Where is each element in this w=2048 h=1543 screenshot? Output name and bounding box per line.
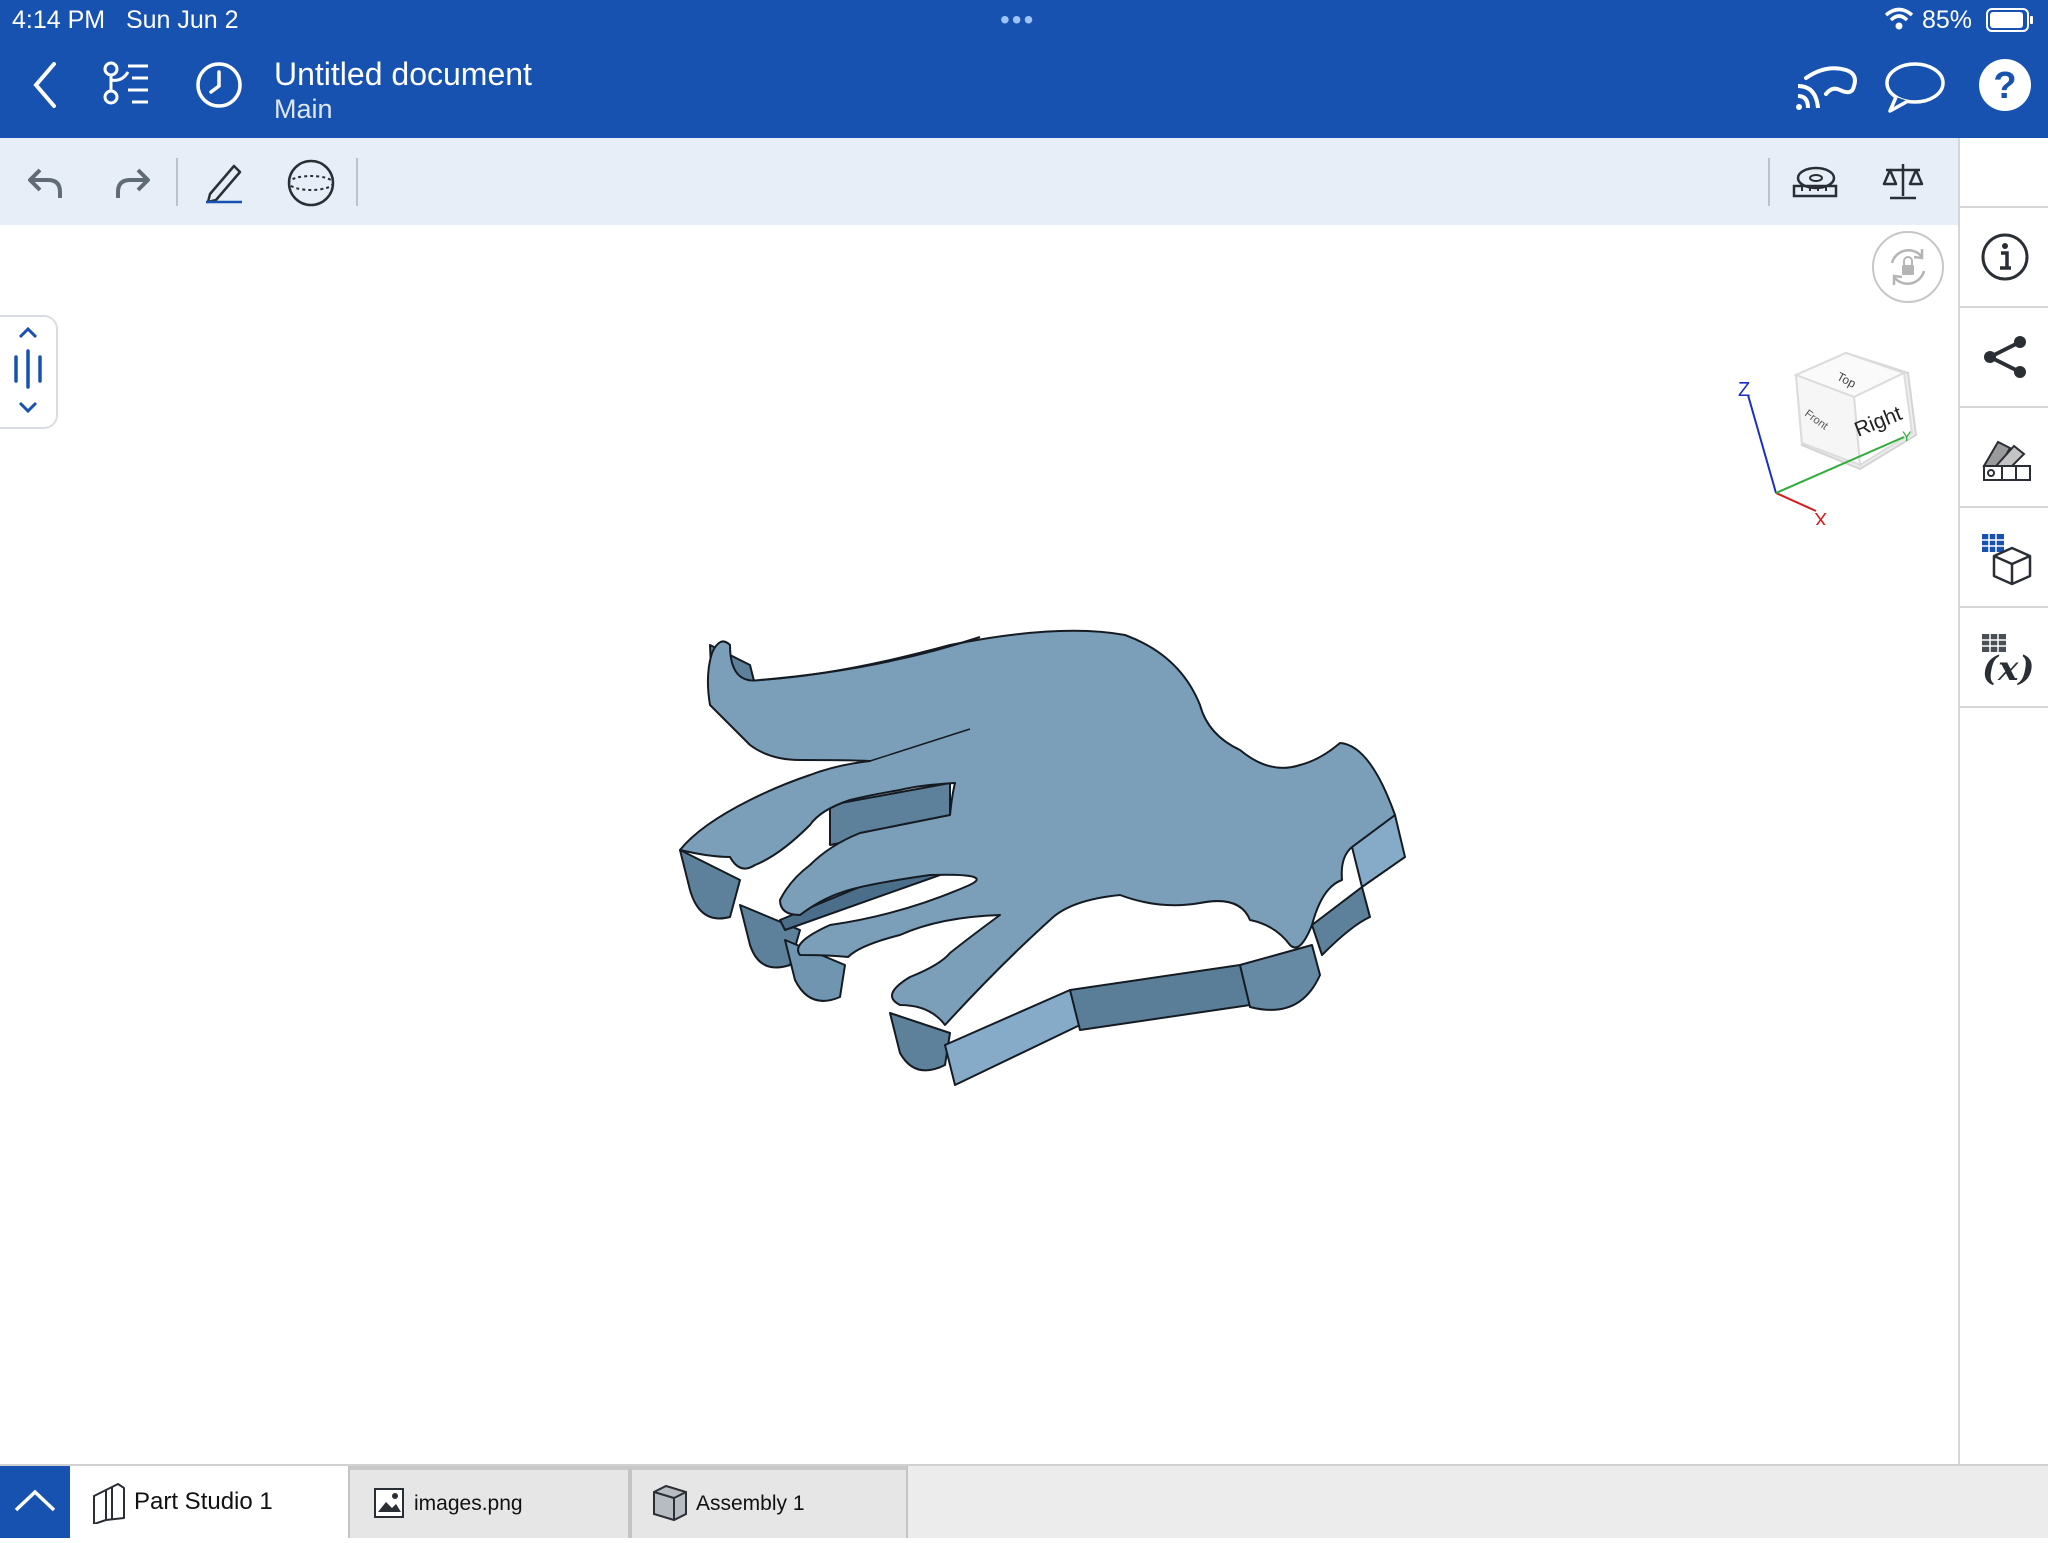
toolbar-divider: [176, 158, 178, 206]
mass-properties-scale-icon[interactable]: [1882, 160, 1924, 202]
battery-percent: 85%: [1922, 6, 1973, 34]
toolbar-divider: [1768, 158, 1770, 206]
tab-label: Assembly 1: [696, 1492, 805, 1515]
tab-manager-toggle[interactable]: [0, 1466, 70, 1538]
status-date: Sun Jun 2: [125, 6, 239, 34]
extruded-part-model[interactable]: [600, 625, 1500, 1285]
right-panel: (x): [1958, 138, 2048, 1464]
assembly-icon: [653, 1484, 687, 1522]
x-axis-line: [1775, 492, 1817, 512]
z-axis-label: Z: [1738, 379, 1750, 401]
status-time: 4:14 PM Sun Jun 2: [12, 6, 239, 34]
bill-of-materials-button[interactable]: [1960, 508, 2048, 608]
help-icon[interactable]: ?: [1978, 58, 2032, 112]
workspace-name[interactable]: Main: [274, 94, 333, 125]
x-axis-label: X: [1814, 510, 1827, 525]
feature-tree-icon[interactable]: [102, 60, 150, 106]
cast-icon[interactable]: [1796, 64, 1858, 110]
z-axis-line: [1747, 394, 1777, 494]
tab-label: images.png: [414, 1492, 523, 1515]
part-table-cube-icon: [1982, 534, 2032, 586]
properties-button[interactable]: [1960, 208, 2048, 308]
document-title[interactable]: Untitled document: [274, 56, 532, 93]
render-mode-sphere-icon[interactable]: [286, 158, 336, 208]
info-icon: [1981, 233, 2029, 281]
rotate-lock-icon: [1890, 249, 1926, 285]
feature-list-handle[interactable]: [0, 315, 58, 429]
toolbar: [0, 138, 1958, 225]
share-button[interactable]: [1960, 308, 2048, 408]
wifi-icon: [1884, 7, 1914, 30]
variables-button[interactable]: (x): [1960, 608, 2048, 708]
chevron-up-icon: [14, 1489, 56, 1512]
app-header: 4:14 PM Sun Jun 2 ••• 85% Untitled docum…: [0, 0, 2048, 138]
back-icon[interactable]: [30, 60, 60, 110]
comment-icon[interactable]: [1884, 60, 1946, 114]
variable-table-fx-icon: (x): [1982, 634, 2034, 686]
tab-part-studio-1[interactable]: Part Studio 1: [70, 1466, 348, 1538]
toolbar-divider: [356, 158, 358, 206]
part-studio-icon: [93, 1483, 125, 1524]
tab-images-png[interactable]: images.png: [348, 1466, 630, 1538]
share-icon: [1984, 336, 2026, 378]
svg-text:(x): (x): [1982, 649, 2034, 686]
undo-icon[interactable]: [26, 162, 64, 202]
sketch-pencil-icon[interactable]: [204, 160, 244, 204]
y-axis-label: Y: [1902, 428, 1912, 444]
appearance-button[interactable]: [1960, 408, 2048, 508]
appearance-swatch-icon: [1982, 440, 2031, 481]
right-panel-spacer: [1960, 138, 2048, 208]
multitask-dots-icon[interactable]: •••: [1000, 4, 1035, 36]
tab-label: Part Studio 1: [134, 1488, 273, 1515]
history-clock-icon[interactable]: [194, 60, 244, 110]
tab-bar: Part Studio 1 images.png Assembly 1: [0, 1464, 2048, 1538]
tab-assembly-1[interactable]: Assembly 1: [630, 1466, 908, 1538]
battery-icon: [1986, 8, 2033, 32]
view-cube[interactable]: Top Right Front Z X Y: [1736, 345, 1936, 525]
redo-icon[interactable]: [114, 162, 152, 202]
rotation-lock-button[interactable]: [1872, 231, 1944, 303]
image-icon: [374, 1488, 404, 1518]
measure-tape-icon[interactable]: [1792, 164, 1838, 200]
svg-text:?: ?: [1993, 65, 2016, 107]
graphics-viewport[interactable]: Top Right Front Z X Y: [0, 225, 1956, 1464]
expand-collapse-icon: [14, 326, 42, 414]
